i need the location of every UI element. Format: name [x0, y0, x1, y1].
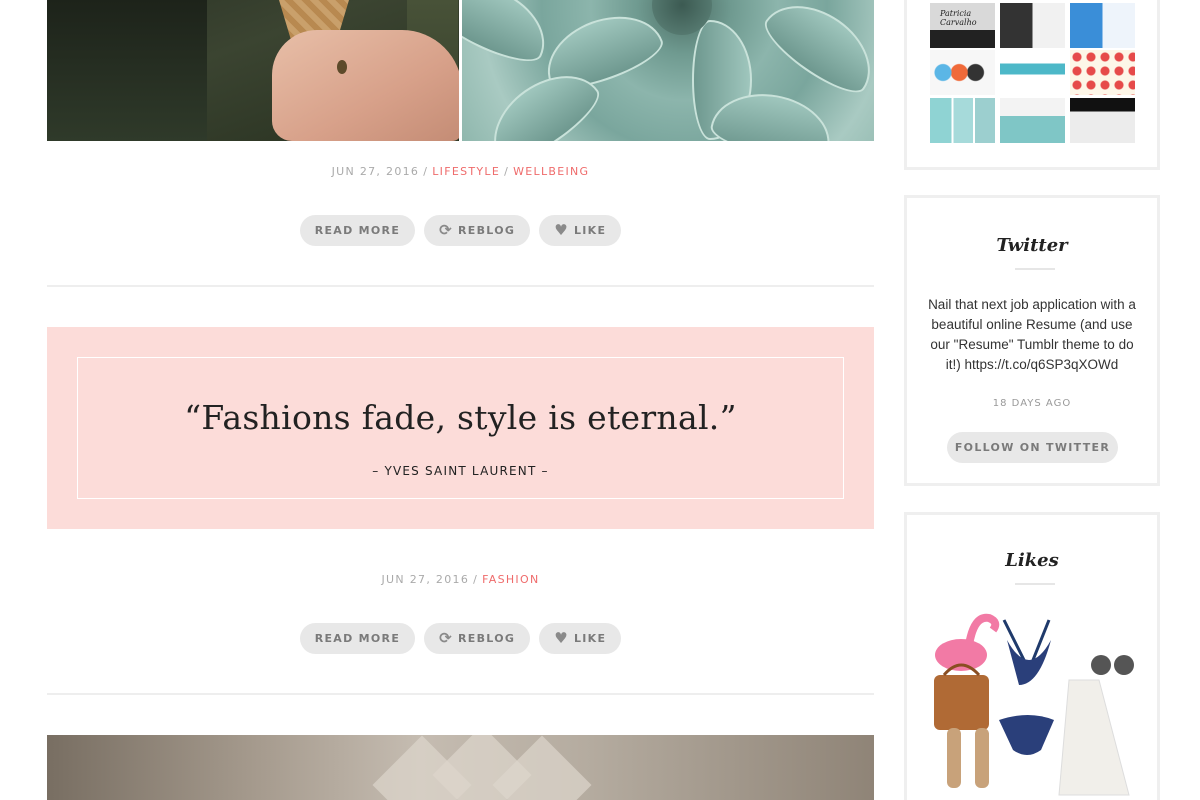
photo-succulent[interactable] — [462, 0, 874, 141]
post-date: JUN 27, 2016 — [331, 165, 420, 178]
thumbnail[interactable] — [1000, 50, 1065, 95]
thumbnail-caption: Patricia Carvalho — [940, 9, 977, 27]
fashion-collage — [934, 613, 1134, 796]
heart-icon: ♥ — [554, 629, 569, 647]
twitter-widget: Twitter Nail that next job application w… — [904, 195, 1160, 486]
post-photo[interactable] — [47, 735, 874, 800]
likes-widget: Likes — [904, 512, 1160, 800]
category-link[interactable]: FASHION — [482, 573, 539, 586]
portfolio-widget: Patricia Carvalho — [904, 0, 1160, 170]
like-label: LIKE — [573, 224, 607, 237]
quote-frame: “Fashions fade, style is eternal.” – YVE… — [77, 357, 844, 499]
reblog-label: REBLOG — [458, 632, 516, 645]
photo-detail — [47, 0, 207, 141]
photo-ice-cream-hand[interactable] — [47, 0, 459, 141]
read-more-button[interactable]: READ MORE — [299, 215, 416, 246]
thumbnail[interactable] — [1000, 3, 1065, 48]
post-date: JUN 27, 2016 — [381, 573, 470, 586]
reblog-icon: ⟳ — [439, 629, 454, 647]
post-actions: READ MORE ⟳ REBLOG ♥ LIKE — [47, 215, 874, 246]
post-divider — [47, 693, 874, 695]
post-photoset[interactable] — [47, 0, 874, 141]
like-label: LIKE — [573, 632, 607, 645]
follow-label: FOLLOW ON TWITTER — [954, 441, 1111, 454]
follow-twitter-button[interactable]: FOLLOW ON TWITTER — [947, 432, 1118, 463]
thumbnail[interactable] — [1000, 98, 1065, 143]
tweet-text: Nail that next job application with a be… — [928, 297, 1136, 372]
reblog-button[interactable]: ⟳ REBLOG — [424, 215, 531, 246]
quote-post: “Fashions fade, style is eternal.” – YVE… — [47, 327, 874, 529]
read-more-label: READ MORE — [314, 224, 401, 237]
widget-title: Twitter — [996, 235, 1068, 256]
tweet-timestamp[interactable]: 18 DAYS AGO — [907, 398, 1157, 409]
photo-detail — [755, 0, 874, 104]
reblog-label: REBLOG — [458, 224, 516, 237]
post-divider — [47, 285, 874, 287]
heart-icon: ♥ — [554, 221, 569, 239]
liked-post-image[interactable] — [929, 610, 1139, 800]
thumbnail[interactable] — [1070, 50, 1135, 95]
post-actions: READ MORE ⟳ REBLOG ♥ LIKE — [47, 623, 874, 654]
post-meta: JUN 27, 2016/FASHION — [381, 573, 540, 586]
category-link[interactable]: WELLBEING — [513, 165, 589, 178]
reblog-button[interactable]: ⟳ REBLOG — [424, 623, 531, 654]
thumbnail[interactable] — [930, 50, 995, 95]
photo-detail — [272, 30, 459, 141]
category-link[interactable]: LIFESTYLE — [432, 165, 500, 178]
quote-text: “Fashions fade, style is eternal.” — [184, 398, 737, 437]
title-rule — [1015, 583, 1055, 585]
photo-detail — [462, 0, 560, 73]
thumbnail[interactable] — [1070, 98, 1135, 143]
reblog-icon: ⟳ — [439, 221, 454, 239]
title-rule — [1015, 268, 1055, 270]
photo-detail — [337, 60, 347, 74]
read-more-label: READ MORE — [314, 632, 401, 645]
post-meta: JUN 27, 2016/LIFESTYLE / WELLBEING — [331, 165, 590, 178]
like-button[interactable]: ♥ LIKE — [539, 215, 622, 246]
like-button[interactable]: ♥ LIKE — [539, 623, 622, 654]
thumbnail[interactable] — [930, 98, 995, 143]
thumbnail[interactable]: Patricia Carvalho — [930, 3, 995, 48]
thumbnail[interactable] — [1070, 3, 1135, 48]
read-more-button[interactable]: READ MORE — [299, 623, 416, 654]
widget-title: Likes — [1005, 550, 1059, 571]
quote-author: – YVES SAINT LAURENT – — [372, 464, 549, 478]
